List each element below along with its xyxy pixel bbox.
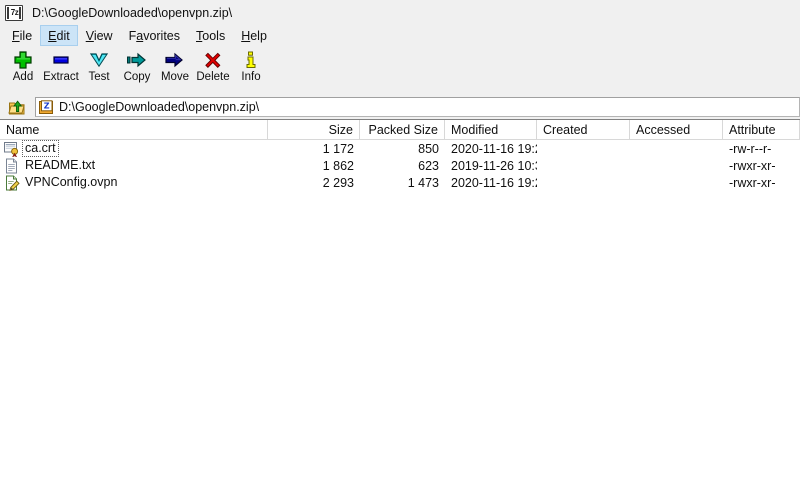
cell-name[interactable]: ca.crt: [0, 140, 268, 157]
column-header-packed-size[interactable]: Packed Size: [360, 120, 445, 140]
cell-modified: 2020-11-16 19:21: [451, 175, 537, 190]
address-path: D:\GoogleDownloaded\openvpn.zip\: [59, 100, 260, 114]
menu-bar: File Edit View Favorites Tools Help: [0, 25, 800, 46]
cell-attribute: -rw-r--r-: [729, 141, 772, 156]
cell-created: [537, 157, 630, 174]
move-arrow-icon: [160, 50, 190, 70]
menu-file[interactable]: File: [4, 25, 40, 46]
seven-zip-window: 7z D:\GoogleDownloaded\openvpn.zip\ File…: [0, 0, 800, 500]
cell-modified: 2020-11-16 19:21: [451, 141, 537, 156]
cell-accessed: [630, 174, 723, 191]
column-header-created[interactable]: Created: [537, 120, 630, 140]
add-label: Add: [12, 71, 34, 83]
cell-accessed: [630, 140, 723, 157]
cell-size: 1 172: [322, 141, 354, 156]
column-header-modified[interactable]: Modified: [445, 120, 537, 140]
column-header-name[interactable]: Name: [0, 120, 268, 140]
cell-name[interactable]: README.txt: [0, 157, 268, 174]
menu-view[interactable]: View: [78, 25, 121, 46]
test-button[interactable]: Test: [80, 48, 118, 84]
table-row[interactable]: VPNConfig.ovpn 2 293 1 473 2020-11-16 19…: [0, 174, 800, 191]
info-icon: [236, 50, 266, 70]
cell-attribute: -rwxr-xr-: [729, 158, 776, 173]
extract-button[interactable]: Extract: [42, 48, 80, 84]
chevron-down-icon: [84, 50, 114, 70]
cell-accessed: [630, 157, 723, 174]
delete-button[interactable]: Delete: [194, 48, 232, 84]
cell-modified: 2019-11-26 10:34: [451, 158, 537, 173]
minus-icon: [46, 50, 76, 70]
table-row[interactable]: README.txt 1 862 623 2019-11-26 10:34 -r…: [0, 157, 800, 174]
test-label: Test: [88, 71, 110, 83]
table-row[interactable]: ca.crt 1 172 850 2020-11-16 19:21 -rw-r-…: [0, 140, 800, 157]
config-file-icon: [4, 175, 20, 191]
copy-arrow-icon: [122, 50, 152, 70]
title-bar: 7z D:\GoogleDownloaded\openvpn.zip\: [0, 0, 800, 25]
info-button[interactable]: Info: [232, 48, 270, 84]
cell-attribute: -rwxr-xr-: [729, 175, 776, 190]
toolbar: Add Extract Test Copy Move Delete Info: [0, 46, 800, 95]
menu-favorites[interactable]: Favorites: [121, 25, 188, 46]
move-button[interactable]: Move: [156, 48, 194, 84]
info-label: Info: [241, 71, 261, 83]
zip-archive-icon: Z: [39, 99, 53, 114]
delete-label: Delete: [196, 71, 230, 83]
menu-edit[interactable]: Edit: [40, 25, 78, 46]
column-header-accessed[interactable]: Accessed: [630, 120, 723, 140]
certificate-file-icon: [4, 141, 20, 157]
cell-size: 1 862: [322, 158, 354, 173]
extract-label: Extract: [43, 71, 79, 83]
file-name-label: ca.crt: [22, 140, 59, 157]
column-header-row: Name Size Packed Size Modified Created A…: [0, 120, 800, 140]
cell-size: 2 293: [322, 175, 354, 190]
7z-archive-icon: 7z: [5, 4, 23, 21]
address-input[interactable]: Z D:\GoogleDownloaded\openvpn.zip\: [35, 97, 800, 117]
window-title: D:\GoogleDownloaded\openvpn.zip\: [32, 5, 233, 20]
file-name-label: VPNConfig.ovpn: [25, 175, 118, 189]
file-name-label: README.txt: [25, 158, 96, 172]
column-header-size[interactable]: Size: [268, 120, 360, 140]
file-rows: ca.crt 1 172 850 2020-11-16 19:21 -rw-r-…: [0, 140, 800, 500]
add-button[interactable]: Add: [4, 48, 42, 84]
cell-created: [537, 140, 630, 157]
cell-packed-size: 850: [418, 141, 439, 156]
menu-tools[interactable]: Tools: [188, 25, 233, 46]
cell-name[interactable]: VPNConfig.ovpn: [0, 174, 268, 191]
svg-text:Z: Z: [44, 101, 50, 110]
cell-packed-size: 623: [418, 158, 439, 173]
move-label: Move: [160, 71, 190, 83]
up-one-level-button[interactable]: [6, 97, 28, 117]
address-bar: Z D:\GoogleDownloaded\openvpn.zip\: [0, 95, 800, 119]
column-header-attribute[interactable]: Attribute: [723, 120, 800, 140]
text-file-icon: [4, 158, 20, 174]
plus-icon: [8, 50, 38, 70]
copy-button[interactable]: Copy: [118, 48, 156, 84]
copy-label: Copy: [123, 71, 151, 83]
cell-created: [537, 174, 630, 191]
folder-up-icon: [8, 99, 25, 114]
menu-help[interactable]: Help: [233, 25, 275, 46]
cell-packed-size: 1 473: [407, 175, 439, 190]
x-icon: [198, 50, 228, 70]
file-list: Name Size Packed Size Modified Created A…: [0, 120, 800, 500]
